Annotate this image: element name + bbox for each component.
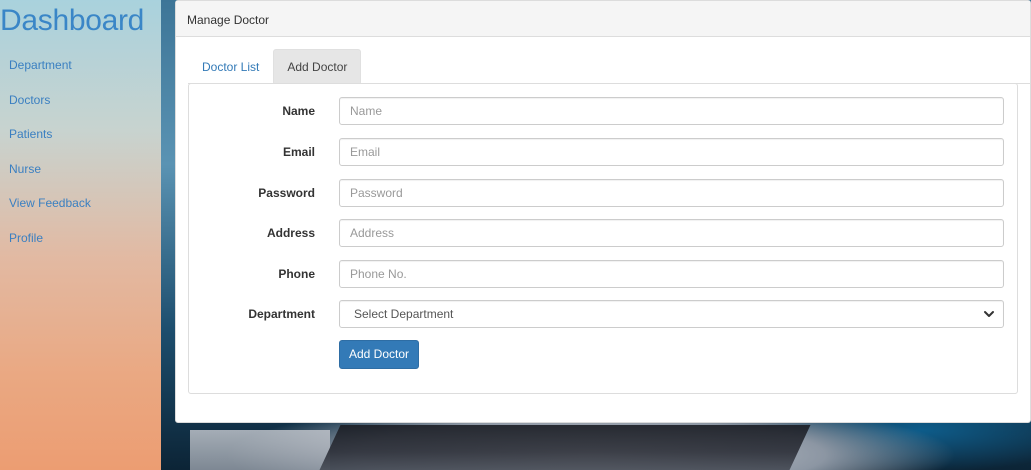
department-select[interactable]: Select Department bbox=[339, 300, 1004, 328]
form-row-address: Address bbox=[189, 219, 1019, 247]
sidebar-item-doctors: Doctors bbox=[9, 92, 91, 127]
sidebar-link-profile[interactable]: Profile bbox=[9, 230, 91, 247]
sidebar-link-department[interactable]: Department bbox=[9, 57, 91, 74]
form-row-name: Name bbox=[189, 97, 1019, 125]
sidebar-link-doctors[interactable]: Doctors bbox=[9, 92, 91, 109]
form-row-phone: Phone bbox=[189, 260, 1019, 288]
name-input[interactable] bbox=[339, 97, 1004, 125]
department-selected-value: Select Department bbox=[354, 307, 454, 321]
sidebar-nav: Department Doctors Patients Nurse View F… bbox=[9, 57, 91, 264]
address-input[interactable] bbox=[339, 219, 1004, 247]
email-label: Email bbox=[282, 145, 315, 159]
form-row-department: Department Select Department bbox=[189, 300, 1019, 328]
chevron-down-icon bbox=[984, 311, 994, 317]
sidebar: Dashboard Department Doctors Patients Nu… bbox=[0, 0, 161, 470]
email-input[interactable] bbox=[339, 138, 1004, 166]
background-shape bbox=[190, 430, 330, 470]
sidebar-item-patients: Patients bbox=[9, 126, 91, 161]
add-doctor-form: Name Email Password Address Phone Depart… bbox=[188, 83, 1018, 394]
name-label: Name bbox=[282, 104, 315, 118]
phone-input[interactable] bbox=[339, 260, 1004, 288]
manage-doctor-panel: Manage Doctor Doctor List Add Doctor Nam… bbox=[175, 0, 1031, 423]
sidebar-item-nurse: Nurse bbox=[9, 161, 91, 196]
password-input[interactable] bbox=[339, 179, 1004, 207]
password-label: Password bbox=[258, 186, 315, 200]
panel-heading: Manage Doctor bbox=[176, 1, 1030, 37]
sidebar-item-profile: Profile bbox=[9, 230, 91, 265]
phone-label: Phone bbox=[278, 267, 315, 281]
sidebar-link-view-feedback[interactable]: View Feedback bbox=[9, 195, 91, 212]
brand-title[interactable]: Dashboard bbox=[0, 4, 144, 38]
tab-doctor-list[interactable]: Doctor List bbox=[188, 49, 273, 83]
sidebar-link-nurse[interactable]: Nurse bbox=[9, 161, 91, 178]
address-label: Address bbox=[266, 226, 315, 240]
background-shape bbox=[319, 425, 811, 470]
sidebar-item-view-feedback: View Feedback bbox=[9, 195, 91, 230]
form-row-password: Password bbox=[189, 179, 1019, 207]
add-doctor-button[interactable]: Add Doctor bbox=[339, 340, 419, 369]
sidebar-link-patients[interactable]: Patients bbox=[9, 126, 91, 143]
tab-bar: Doctor List Add Doctor bbox=[188, 49, 362, 83]
department-label: Department bbox=[248, 307, 315, 321]
form-row-email: Email bbox=[189, 138, 1019, 166]
tab-add-doctor[interactable]: Add Doctor bbox=[273, 49, 362, 83]
sidebar-item-department: Department bbox=[9, 57, 91, 92]
